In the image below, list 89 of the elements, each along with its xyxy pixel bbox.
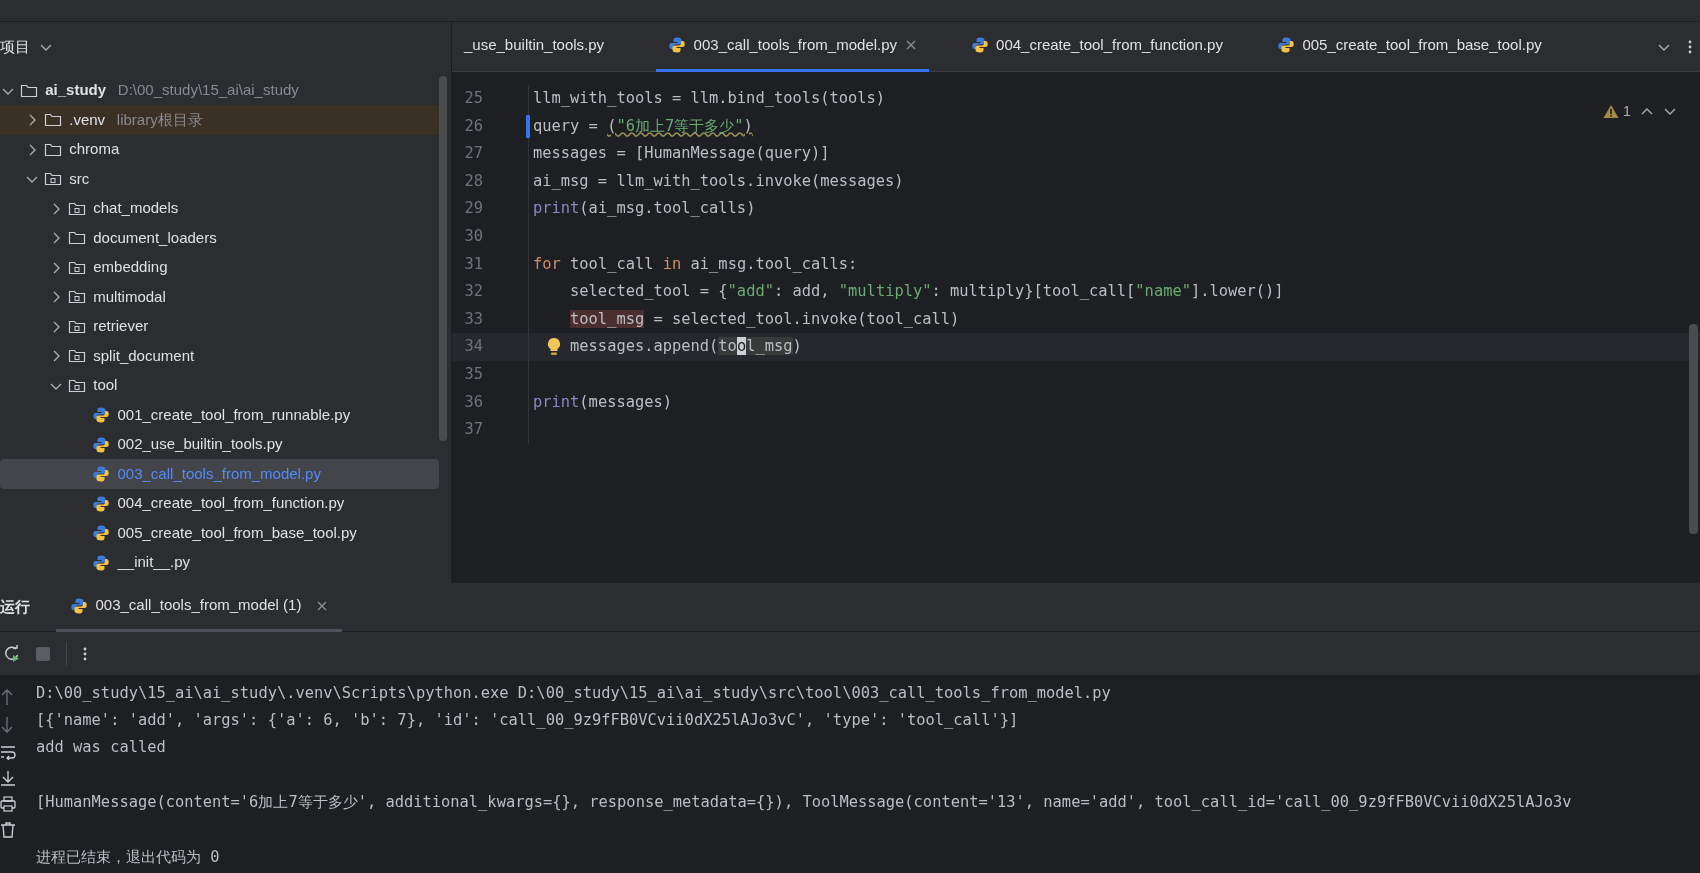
console-line: [{'name': 'add', 'args': {'a': 6, 'b': 7}, 'id': 'call_00_9z9fFB0VCvii0dX25lAJo3vC', 'type': 'tool_call'}] bbox=[36, 711, 1019, 730]
python-icon bbox=[92, 553, 110, 572]
folder-icon bbox=[43, 112, 62, 128]
line-number: 31 bbox=[452, 250, 529, 279]
tree-item[interactable]: src bbox=[0, 164, 439, 194]
scrollbar-thumb[interactable] bbox=[1689, 324, 1698, 534]
warning-icon bbox=[1602, 103, 1619, 119]
run-tab[interactable]: 003_call_tools_from_model (1) bbox=[56, 582, 343, 632]
editor-tab[interactable]: 004_create_tool_from_function.py bbox=[958, 21, 1235, 72]
path-hint: D:\00_study\15_ai\ai_study bbox=[117, 80, 299, 101]
tree-item[interactable]: 001_create_tool_from_runnable.py bbox=[0, 400, 439, 430]
python-icon bbox=[92, 406, 110, 424]
folder-icon bbox=[43, 141, 62, 158]
source-folder-icon bbox=[67, 289, 86, 305]
source-folder-icon bbox=[67, 318, 86, 335]
close-icon[interactable] bbox=[904, 39, 917, 51]
tree-item[interactable]: 005_create_tool_from_base_tool.py bbox=[0, 518, 439, 548]
code-line: print(messages) bbox=[533, 392, 672, 411]
python-icon bbox=[668, 36, 687, 54]
console-line: 进程已结束，退出代码为 0 bbox=[36, 847, 220, 866]
python-icon bbox=[970, 36, 989, 54]
line-number: 26 bbox=[452, 112, 529, 141]
line-number: 29 bbox=[452, 195, 529, 223]
warning-count[interactable]: 1 bbox=[1602, 100, 1631, 123]
tree-item[interactable]: 004_create_tool_from_function.py bbox=[0, 488, 439, 519]
source-folder-icon bbox=[43, 171, 62, 187]
line-number: 34 bbox=[452, 333, 529, 361]
panel-title[interactable]: 项目 bbox=[0, 35, 30, 59]
path-hint: library根目录 bbox=[116, 109, 203, 130]
more-icon[interactable] bbox=[1686, 38, 1693, 55]
line-number: 37 bbox=[452, 416, 529, 444]
soft-wrap-icon[interactable] bbox=[0, 744, 16, 760]
tree-item[interactable]: document_loaders bbox=[0, 223, 439, 253]
arrow-up-icon[interactable] bbox=[0, 688, 14, 706]
line-number: 30 bbox=[452, 222, 529, 251]
tree-item[interactable]: tool bbox=[0, 370, 439, 401]
arrow-down-icon[interactable] bbox=[0, 716, 14, 734]
tree-item[interactable]: 002_use_builtin_tools.py bbox=[0, 429, 439, 460]
python-icon bbox=[92, 494, 110, 513]
tree-item[interactable]: retriever bbox=[0, 311, 439, 342]
tree-item[interactable]: ai_study D:\00_study\15_ai\ai_study bbox=[0, 75, 439, 106]
source-folder-icon bbox=[67, 348, 86, 364]
python-icon bbox=[1276, 36, 1295, 54]
source-folder-icon bbox=[67, 259, 86, 276]
tree-item[interactable]: multimodal bbox=[0, 282, 439, 312]
code-line: selected_tool = {"add": add, "multiply": multiply}[tool_call["name"].lower()] bbox=[570, 282, 1284, 301]
line-number: 27 bbox=[452, 140, 529, 168]
line-number: 32 bbox=[452, 278, 529, 306]
scrollbar-thumb[interactable] bbox=[439, 75, 447, 441]
print-icon[interactable] bbox=[0, 796, 16, 812]
editor-tab[interactable]: 005_create_tool_from_base_tool.py bbox=[1264, 21, 1554, 72]
panel-title[interactable]: 运行 bbox=[0, 595, 30, 619]
tree-item[interactable]: embedding bbox=[0, 252, 439, 283]
python-icon bbox=[92, 524, 110, 542]
code-line: query = ("6加上7等于多少") bbox=[533, 116, 753, 135]
scroll-to-end-icon[interactable] bbox=[0, 770, 16, 786]
editor-tab[interactable]: 003_call_tools_from_model.py bbox=[656, 21, 929, 72]
console-line: [HumanMessage(content='6加上7等于多少', additional_kwargs={}, response_metadata={}), ToolMessage(content='13', name='add', tool_call_id='call_00_9z9fFB0VCvii0dX25lAJo3v bbox=[36, 792, 1572, 811]
folder-icon bbox=[19, 82, 38, 99]
python-icon bbox=[70, 596, 88, 615]
python-icon bbox=[92, 435, 110, 454]
rerun-icon[interactable] bbox=[3, 644, 20, 663]
source-folder-icon bbox=[67, 377, 86, 394]
python-icon bbox=[92, 465, 110, 483]
line-number: 25 bbox=[452, 85, 529, 113]
code-line: messages = [HumanMessage(query)] bbox=[533, 144, 830, 163]
source-folder-icon bbox=[67, 200, 86, 217]
tree-item[interactable]: chroma bbox=[0, 134, 439, 165]
tree-item[interactable]: chat_models bbox=[0, 193, 439, 224]
code-line: messages.append(tool_msg) bbox=[570, 337, 802, 356]
folder-icon bbox=[67, 230, 86, 246]
line-number: 28 bbox=[452, 167, 529, 196]
tree-item[interactable]: __init__.py bbox=[0, 547, 439, 578]
code-line: tool_msg = selected_tool.invoke(tool_call) bbox=[570, 309, 960, 328]
lightbulb-icon[interactable] bbox=[546, 337, 562, 358]
console-line: add was called bbox=[36, 738, 166, 757]
tree-item[interactable]: split_document bbox=[0, 341, 439, 371]
code-line: ai_msg = llm_with_tools.invoke(messages) bbox=[533, 171, 904, 190]
trash-icon[interactable] bbox=[0, 822, 16, 838]
more-icon[interactable] bbox=[81, 645, 88, 662]
code-line: llm_with_tools = llm.bind_tools(tools) bbox=[533, 89, 886, 107]
close-icon[interactable] bbox=[316, 599, 329, 612]
console-line: D:\00_study\15_ai\ai_study\.venv\Scripts\python.exe D:\00_study\15_ai\ai_study\src\tool\003_call_tools_from_model.py bbox=[36, 683, 1111, 702]
code-line: print(ai_msg.tool_calls) bbox=[533, 199, 756, 218]
line-number: 36 bbox=[452, 388, 529, 417]
line-number: 35 bbox=[452, 360, 529, 389]
code-line: for tool_call in ai_msg.tool_calls: bbox=[533, 254, 858, 273]
tree-item[interactable]: .venv library根目录 bbox=[0, 105, 439, 135]
editor-tab[interactable]: _use_builtin_tools.py bbox=[452, 21, 617, 72]
